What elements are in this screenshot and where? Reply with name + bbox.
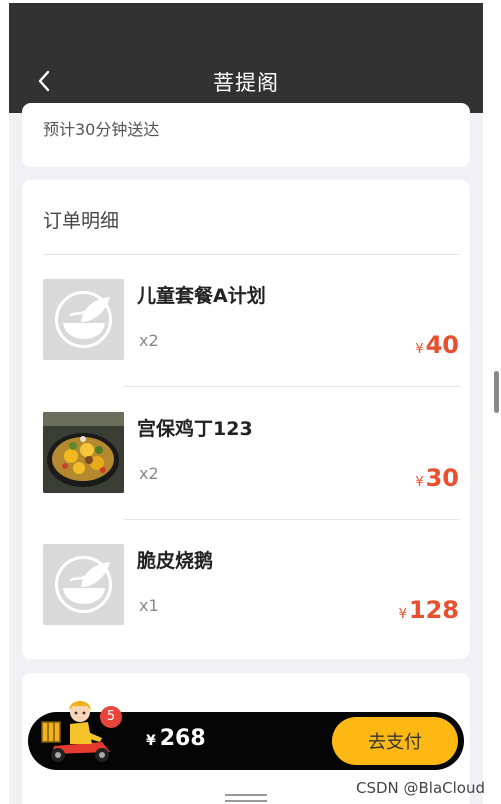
dish-photo (43, 412, 124, 493)
dish-price: ¥128 (399, 596, 459, 624)
dish-price: ¥40 (415, 331, 459, 359)
order-detail-title: 订单明细 (43, 210, 120, 232)
cart-count-badge: 5 (100, 706, 122, 728)
currency-symbol: ¥ (146, 733, 156, 749)
watermark-text: CSDN @BlaCloud (355, 779, 485, 797)
bowl-leaf-icon (55, 556, 112, 613)
currency-symbol: ¥ (398, 607, 407, 622)
dish-quantity: x1 (139, 596, 159, 615)
home-indicator (225, 800, 267, 802)
price-value: 40 (425, 331, 459, 359)
cart-bar: 5 ¥268 去支付 (28, 701, 464, 770)
food-photo-image (43, 412, 124, 493)
currency-symbol: ¥ (415, 342, 424, 357)
pay-button[interactable]: 去支付 (332, 717, 458, 765)
dish-quantity: x2 (139, 464, 159, 483)
order-item: 儿童套餐A计划 x2 ¥40 (43, 255, 459, 387)
order-detail-card: 订单明细 儿童套餐A计划 x2 ¥40 宫保鸡丁123 x2 ¥30 脆皮烧鹅 … (22, 180, 470, 659)
dish-name: 脆皮烧鹅 (137, 550, 214, 572)
dish-name: 宫保鸡丁123 (137, 418, 253, 440)
order-item: 宫保鸡丁123 x2 ¥30 (43, 388, 459, 520)
dish-placeholder-image (43, 544, 124, 625)
rider-illustration (41, 701, 110, 762)
dish-price: ¥30 (415, 464, 459, 492)
delivery-time-text: 预计30分钟送达 (43, 120, 160, 139)
scrollbar-thumb[interactable] (494, 371, 499, 413)
dish-name: 儿童套餐A计划 (137, 285, 266, 307)
cart-total: ¥268 (146, 726, 206, 751)
bowl-leaf-icon (55, 291, 112, 348)
price-value: 128 (408, 596, 459, 624)
home-indicator (225, 794, 267, 796)
divider (124, 386, 459, 387)
price-value: 30 (425, 464, 459, 492)
dish-placeholder-image (43, 279, 124, 360)
order-item: 脆皮烧鹅 x1 ¥128 (43, 520, 459, 652)
delivery-rider-icon[interactable] (40, 692, 126, 766)
delivery-info-card: 预计30分钟送达 (22, 103, 470, 167)
dish-quantity: x2 (139, 331, 159, 350)
total-amount: 268 (159, 726, 206, 751)
header-bar: 菩提阁 (9, 3, 483, 113)
phone-screen: 菩提阁 预计30分钟送达 订单明细 儿童套餐A计划 x2 ¥40 宫保鸡丁123… (9, 3, 483, 804)
page-title: 菩提阁 (213, 71, 279, 95)
currency-symbol: ¥ (415, 475, 424, 490)
